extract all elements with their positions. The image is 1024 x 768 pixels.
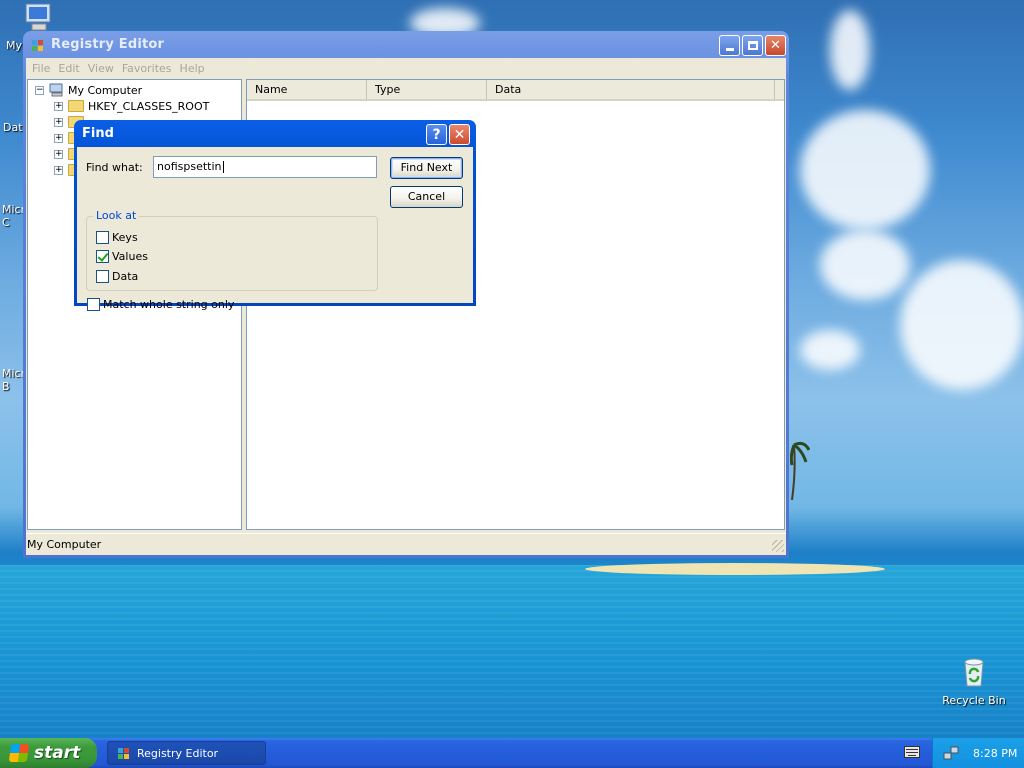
start-button[interactable]: start bbox=[0, 738, 97, 768]
checkbox-box[interactable] bbox=[96, 270, 109, 283]
data-checkbox[interactable]: Data bbox=[96, 270, 138, 283]
taskbar-item-registry-editor[interactable]: Registry Editor bbox=[107, 741, 266, 765]
look-at-label: Look at bbox=[93, 209, 140, 222]
find-next-button[interactable]: Find Next bbox=[390, 157, 463, 179]
close-button[interactable]: ✕ bbox=[765, 35, 786, 56]
expand-icon[interactable]: + bbox=[54, 165, 63, 175]
checkbox-label: Data bbox=[112, 270, 139, 283]
expand-icon[interactable]: + bbox=[54, 117, 63, 127]
tree-node-hkey-classes-root[interactable]: + HKEY_CLASSES_ROOT bbox=[54, 98, 209, 114]
network-icon[interactable] bbox=[943, 745, 959, 761]
checkbox-box[interactable] bbox=[96, 231, 109, 244]
expand-icon[interactable]: + bbox=[54, 149, 63, 159]
help-button[interactable]: ? bbox=[426, 124, 447, 145]
title-bar[interactable]: Registry Editor ✕ bbox=[26, 31, 786, 58]
checkbox-box[interactable] bbox=[87, 298, 100, 311]
folder-icon bbox=[68, 100, 84, 112]
tree-label: HKEY_CLASSES_ROOT bbox=[88, 99, 210, 113]
find-dialog-title: Find bbox=[82, 126, 114, 141]
menu-help[interactable]: Help bbox=[176, 62, 209, 75]
expand-icon[interactable]: + bbox=[54, 101, 63, 111]
keys-checkbox[interactable]: Keys bbox=[96, 231, 138, 244]
maximize-icon bbox=[747, 41, 758, 50]
match-whole-string-checkbox[interactable]: Match whole string only bbox=[87, 298, 234, 311]
start-label: start bbox=[34, 743, 81, 763]
resize-grip[interactable] bbox=[772, 540, 784, 552]
menu-view[interactable]: View bbox=[84, 62, 118, 75]
island bbox=[585, 563, 885, 575]
desktop-icon-label-micro-c[interactable]: Micro C bbox=[2, 203, 32, 229]
menu-file[interactable]: File bbox=[28, 62, 54, 75]
recycle-bin-icon bbox=[964, 658, 984, 687]
find-dialog-body: Find what: nofispsettin Find Next Cancel… bbox=[77, 147, 473, 311]
cloud bbox=[800, 110, 930, 230]
menu-edit[interactable]: Edit bbox=[54, 62, 83, 75]
menu-bar: File Edit View Favorites Help bbox=[26, 58, 786, 78]
tree-node-my-computer[interactable]: − My Computer bbox=[35, 82, 142, 98]
my-computer-icon[interactable] bbox=[22, 2, 56, 34]
help-icon: ? bbox=[432, 126, 441, 143]
ocean bbox=[0, 565, 1024, 740]
dialog-close-button[interactable]: ✕ bbox=[449, 124, 470, 145]
regedit-icon bbox=[118, 748, 129, 759]
cloud bbox=[900, 260, 1024, 390]
cancel-button[interactable]: Cancel bbox=[390, 186, 463, 208]
values-checkbox[interactable]: Values bbox=[96, 250, 148, 263]
windows-logo-icon bbox=[8, 744, 30, 762]
desktop-icon-label-my-computer[interactable]: My bbox=[6, 39, 22, 52]
cloud bbox=[800, 330, 860, 370]
minimize-icon bbox=[725, 48, 734, 51]
taskbar: start Registry Editor 8:28 PM bbox=[0, 738, 1024, 768]
checkbox-label: Values bbox=[112, 250, 148, 263]
text-caret bbox=[222, 161, 224, 173]
desktop-icon-label-data[interactable]: Dat bbox=[3, 121, 23, 134]
column-name[interactable]: Name bbox=[247, 80, 367, 99]
computer-icon bbox=[49, 83, 63, 97]
regedit-icon bbox=[32, 39, 43, 51]
checkbox-label: Match whole string only bbox=[103, 298, 235, 311]
checkbox-label: Keys bbox=[112, 231, 138, 244]
desktop-icon-label-micro-b[interactable]: Micro B bbox=[2, 367, 32, 393]
column-type[interactable]: Type bbox=[367, 80, 487, 99]
expand-icon[interactable]: + bbox=[54, 133, 63, 143]
column-data[interactable]: Data bbox=[487, 80, 775, 99]
minimize-button[interactable] bbox=[719, 35, 740, 56]
close-icon: ✕ bbox=[770, 38, 781, 53]
status-bar: My Computer bbox=[26, 533, 786, 555]
keyboard-icon[interactable] bbox=[904, 746, 920, 758]
menu-favorites[interactable]: Favorites bbox=[118, 62, 176, 75]
clock[interactable]: 8:28 PM bbox=[973, 747, 1017, 760]
status-text: My Computer bbox=[27, 538, 102, 551]
find-what-value: nofispsettin bbox=[157, 160, 222, 173]
find-what-input[interactable]: nofispsettin bbox=[153, 156, 377, 178]
palm-tree bbox=[790, 441, 810, 500]
tree-label: My Computer bbox=[68, 83, 143, 97]
find-dialog-title-bar[interactable]: Find bbox=[77, 120, 473, 147]
close-icon: ✕ bbox=[453, 126, 466, 143]
taskbar-item-label: Registry Editor bbox=[137, 746, 219, 760]
column-headers: Name Type Data bbox=[247, 80, 784, 101]
recycle-bin[interactable]: Recycle Bin bbox=[934, 656, 1014, 707]
checkbox-box-checked[interactable] bbox=[96, 250, 109, 263]
cloud bbox=[820, 230, 910, 300]
system-tray: 8:28 PM bbox=[932, 738, 1024, 768]
recycle-bin-label: Recycle Bin bbox=[942, 694, 1006, 707]
window-title: Registry Editor bbox=[51, 37, 165, 52]
find-what-label: Find what: bbox=[86, 161, 143, 174]
collapse-icon[interactable]: − bbox=[35, 85, 44, 95]
find-dialog: Find ? ✕ Find what: nofispsettin Find Ne… bbox=[74, 120, 476, 311]
look-at-group: Look at Keys Values Data bbox=[86, 209, 378, 291]
cloud bbox=[830, 10, 870, 90]
maximize-button[interactable] bbox=[742, 35, 763, 56]
